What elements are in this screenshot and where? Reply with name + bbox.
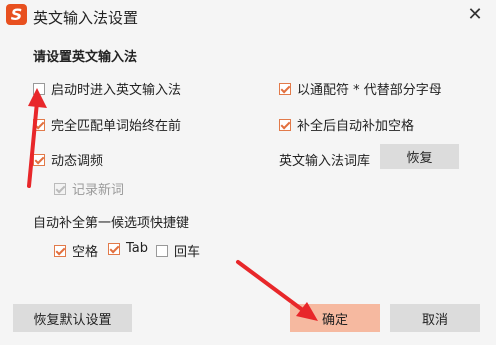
section-title: 请设置英文输入法: [33, 50, 138, 65]
option-wildcard[interactable]: 以通配符 * 代替部分字母: [279, 79, 442, 98]
checkbox[interactable]: [54, 244, 66, 257]
option-label: Tab: [126, 241, 149, 256]
option-label: 回车: [174, 245, 201, 260]
sogou-logo-icon: S: [6, 4, 27, 25]
option-label: 以通配符 * 代替部分字母: [297, 83, 442, 98]
checkbox[interactable]: [279, 118, 291, 131]
restore-defaults-button[interactable]: 恢复默认设置: [13, 304, 132, 332]
option-auto-space[interactable]: 补全后自动补加空格: [279, 115, 414, 134]
option-label: 记录新词: [72, 183, 125, 198]
option-record-new-words: 记录新词: [54, 179, 124, 198]
cancel-button[interactable]: 取消: [390, 304, 480, 332]
option-label: 空格: [72, 245, 99, 260]
checkbox[interactable]: [33, 118, 45, 131]
window-title: 英文输入法设置: [33, 9, 139, 27]
annotation-arrow-up-icon: [27, 88, 47, 188]
shortcut-tab[interactable]: Tab: [108, 241, 148, 256]
option-start-english[interactable]: 启动时进入英文输入法: [33, 79, 181, 98]
checkbox[interactable]: [108, 242, 120, 255]
shortcut-title: 自动补全第一候选项快捷键: [33, 216, 190, 231]
option-label: 动态调频: [51, 154, 104, 169]
checkbox: [54, 182, 66, 195]
lexicon-label: 英文输入法词库: [279, 154, 371, 169]
close-icon[interactable]: ✕: [462, 2, 488, 28]
option-label: 完全匹配单词始终在前: [51, 119, 182, 134]
title-bar: S 英文输入法设置 ✕: [0, 0, 496, 34]
option-label: 补全后自动补加空格: [297, 119, 415, 134]
lexicon-restore-button[interactable]: 恢复: [380, 144, 459, 169]
option-exact-match-first[interactable]: 完全匹配单词始终在前: [33, 115, 181, 134]
option-label: 启动时进入英文输入法: [51, 83, 182, 98]
checkbox[interactable]: [156, 244, 168, 257]
checkbox[interactable]: [279, 82, 291, 95]
shortcut-enter[interactable]: 回车: [156, 241, 200, 260]
shortcut-space[interactable]: 空格: [54, 241, 98, 260]
checkbox[interactable]: [33, 82, 45, 95]
option-dynamic-frequency[interactable]: 动态调频: [33, 150, 103, 169]
checkbox[interactable]: [33, 153, 45, 166]
ok-button[interactable]: 确定: [290, 304, 380, 332]
